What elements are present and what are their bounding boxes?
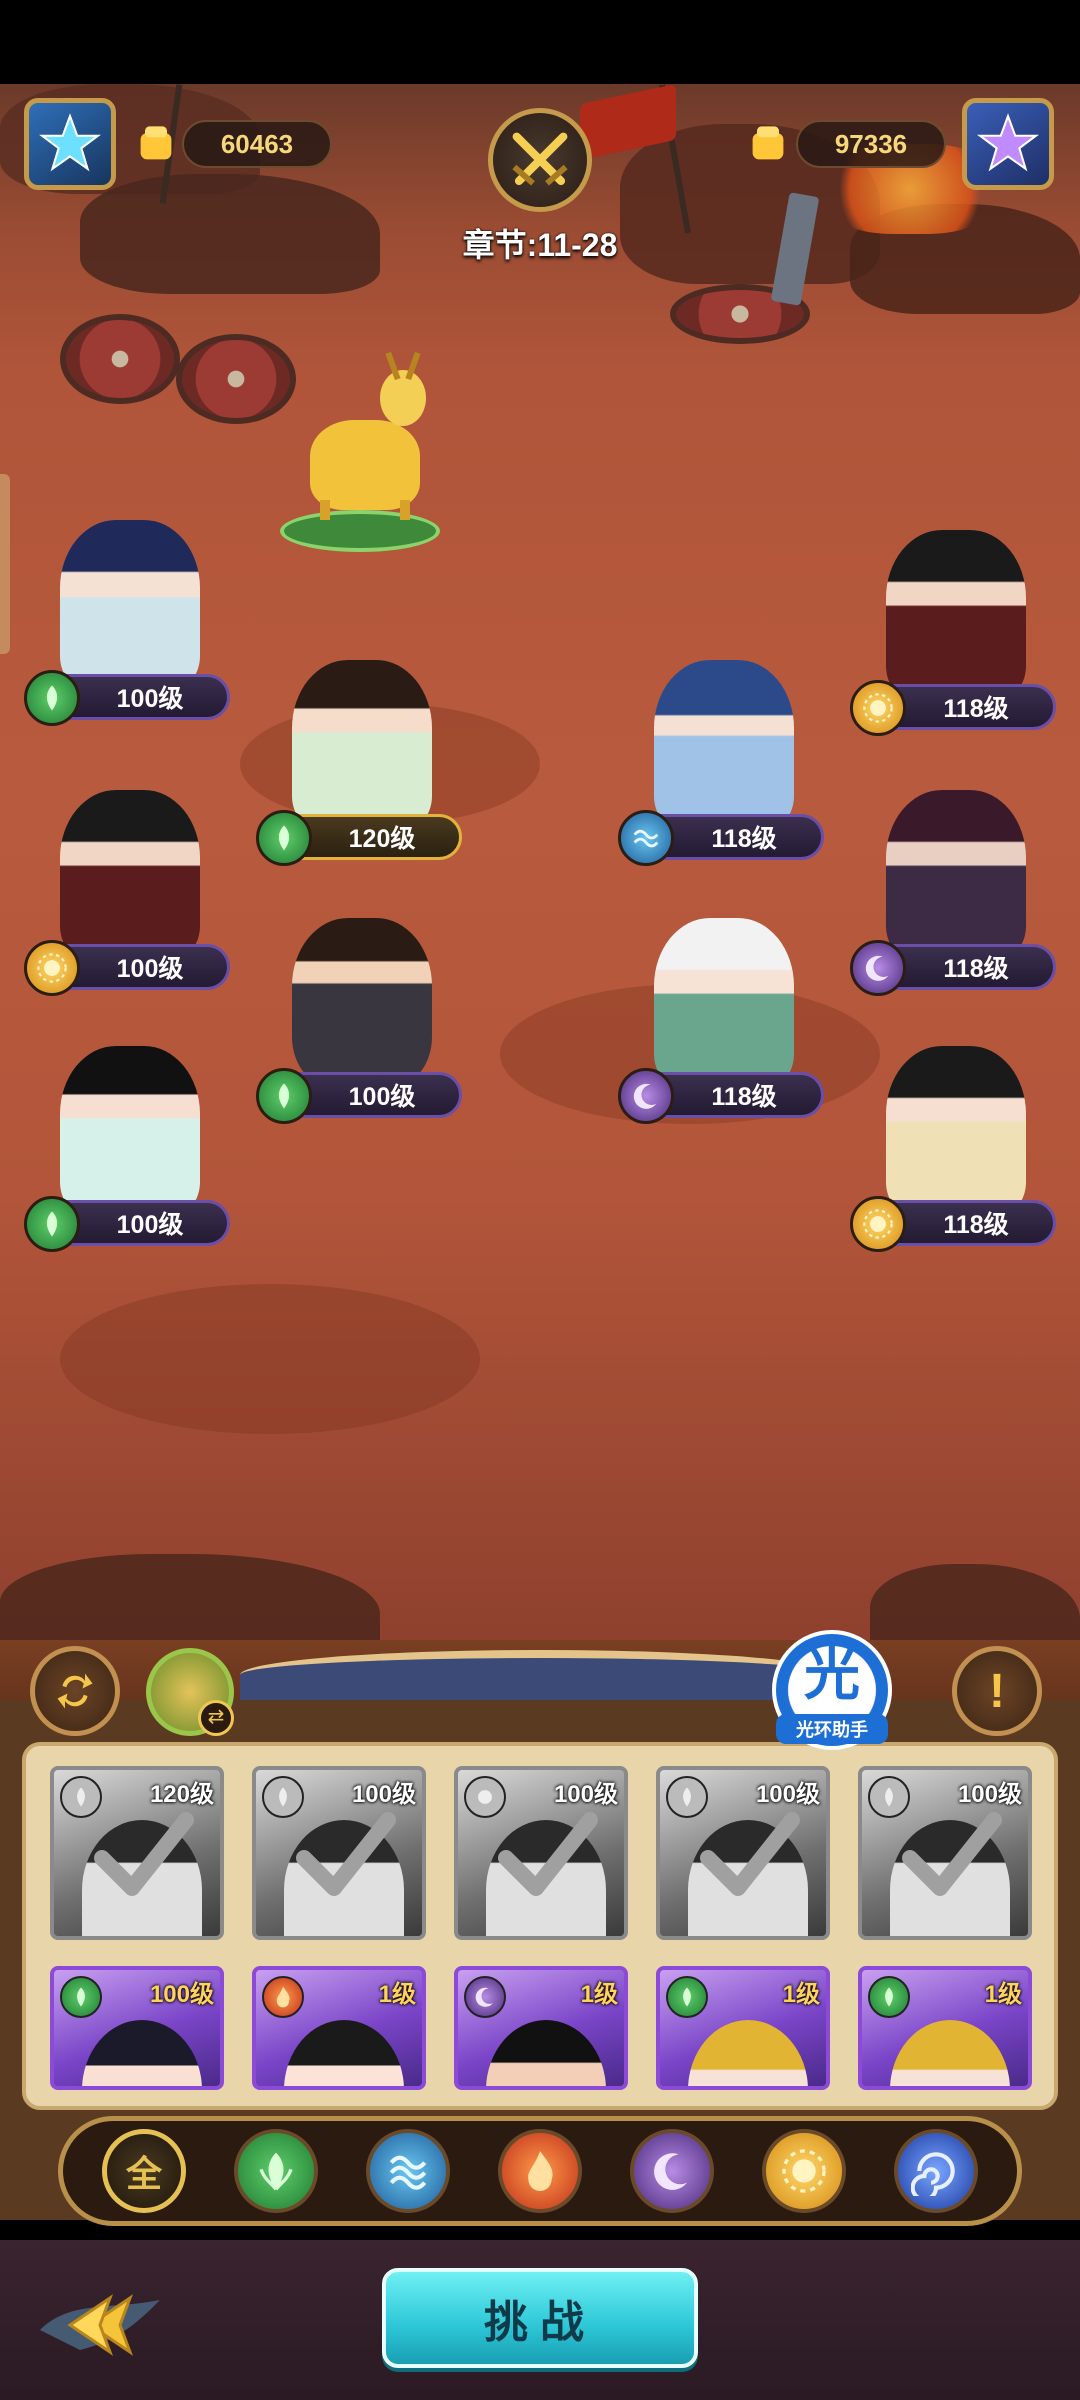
enemy-power-value: 97336 [796,120,946,168]
card-level: 1级 [782,1981,820,2008]
moon-element-icon [654,2153,687,2190]
water-element-icon [389,2155,427,2190]
battle-icon[interactable] [488,108,592,212]
water-element-icon [618,810,674,866]
check-icon [498,1812,598,1896]
hero-card[interactable]: 100级 [252,1766,426,1940]
player-power-value: 60463 [182,120,332,168]
hero-card[interactable]: 1级 [252,1966,426,2090]
vortex-element-icon [911,2152,955,2196]
fire-element-icon [262,1976,304,2018]
hero-card[interactable]: 1级 [656,1966,830,2090]
card-level: 100级 [553,1781,618,1808]
card-level: 100级 [957,1781,1022,1808]
back-button[interactable] [40,2280,170,2370]
hero-card[interactable]: 100级 [656,1766,830,1940]
panel-ornament [240,1650,840,1700]
hint-button[interactable]: ! [952,1646,1042,1736]
card-level: 1级 [984,1981,1022,2008]
power-fist-icon [752,126,784,160]
card-level: 1级 [580,1981,618,2008]
hero-card[interactable]: 1级 [454,1966,628,2090]
check-icon [902,1812,1002,1896]
enemy-team-icon[interactable] [962,98,1054,190]
wood-element-icon [259,2152,293,2191]
hero-card[interactable]: 1级 [858,1966,1032,2090]
side-drawer-handle[interactable] [0,474,10,654]
filter-all-label: 全 [125,2153,162,2194]
moon-element-icon [618,1068,674,1124]
hero-card[interactable]: 100级 [454,1766,628,1940]
pet-golden-deer[interactable] [270,351,450,560]
hero-card[interactable]: 100级 [858,1766,1032,1940]
card-level: 120级 [149,1781,214,1808]
player-unit-1[interactable]: 100级 [24,520,230,726]
exclamation-icon: ! [989,1664,1005,1718]
enemy-unit-5[interactable]: 118级 [850,1046,1056,1252]
hero-card[interactable]: 120级 [50,1766,224,1940]
enemy-unit-4[interactable]: 118级 [618,918,824,1124]
wood-element-icon [256,810,312,866]
halo-assistant-label: 光环助手 [776,1714,888,1744]
chapter-label: 章节:11-28 [462,227,618,263]
filter-vortex-button[interactable] [894,2129,978,2213]
swap-formation-button[interactable] [30,1646,120,1736]
swap-arrows-icon [57,1673,93,1709]
wood-element-icon [666,1976,708,2018]
card-level: 100级 [351,1781,416,1808]
sun-element-icon [850,1196,906,1252]
filter-water-button[interactable] [366,2129,450,2213]
player-unit-5[interactable]: 100级 [24,1046,230,1252]
pet-swap-icon[interactable]: ⇄ [198,1700,234,1736]
halo-glyph: 光 [804,1643,860,1706]
player-unit-2[interactable]: 120级 [256,660,462,866]
moon-element-icon [464,1976,506,2018]
check-icon [94,1812,194,1896]
filter-fire-button[interactable] [498,2129,582,2213]
wood-element-icon [256,1068,312,1124]
filter-all-button[interactable]: 全 [102,2129,186,2213]
broken-shield-decor [60,314,180,404]
sun-element-icon [782,2149,826,2193]
player-unit-3[interactable]: 100级 [24,790,230,996]
blue-star-gem-icon [39,113,101,172]
enemy-unit-1[interactable]: 118级 [850,530,1056,736]
wood-element-icon [24,1196,80,1252]
check-icon [700,1812,800,1896]
challenge-button[interactable]: 挑战 [382,2268,698,2368]
hero-card[interactable]: 100级 [50,1966,224,2090]
filter-wood-button[interactable] [234,2129,318,2213]
wood-element-icon [868,1976,910,2018]
power-fist-icon [140,126,172,160]
filter-sun-button[interactable] [762,2129,846,2213]
status-bar [0,0,1080,84]
check-icon [296,1812,396,1896]
enemy-unit-3[interactable]: 118级 [850,790,1056,996]
purple-star-gem-icon [977,113,1039,172]
moon-element-icon [850,940,906,996]
wood-element-icon [24,670,80,726]
filter-moon-button[interactable] [630,2129,714,2213]
sun-element-icon [850,680,906,736]
wood-element-icon [60,1976,102,2018]
card-level: 100级 [149,1981,214,2008]
card-level: 100级 [755,1781,820,1808]
enemy-unit-2[interactable]: 118级 [618,660,824,866]
fire-element-icon [528,2151,553,2191]
sun-element-icon [24,940,80,996]
crossed-swords-icon [512,132,568,186]
player-unit-4[interactable]: 100级 [256,918,462,1124]
card-level: 1级 [378,1981,416,2008]
player-team-icon[interactable] [24,98,116,190]
